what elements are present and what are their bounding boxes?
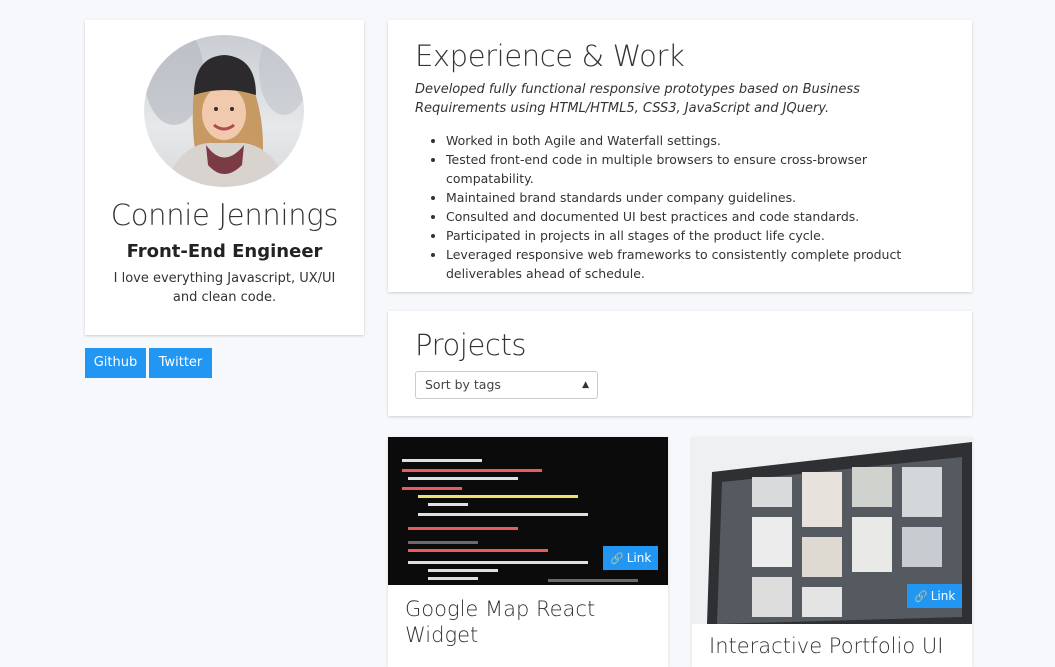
link-label: Link [930, 589, 956, 603]
profile-bio: I love everything Javascript, UX/UI and … [113, 271, 336, 305]
projects-card: Projects Sort by tags ▲ [388, 311, 972, 416]
experience-title: Experience & Work [415, 39, 685, 73]
project-link-button[interactable]: 🔗 Link [603, 546, 659, 570]
project-card: 🔗 Link Google Map React Widget [388, 437, 668, 667]
list-item: Leveraged responsive web frameworks to c… [446, 245, 946, 283]
link-icon: 🔗 [610, 552, 624, 565]
list-item: Consulted and documented UI best practic… [446, 207, 946, 226]
project-title: Interactive Portfolio UI [709, 634, 944, 658]
list-item: Tested front-end code in multiple browse… [446, 150, 946, 188]
profile-name: Connie Jennings [110, 198, 339, 232]
project-link-button[interactable]: 🔗 Link [907, 584, 963, 608]
sort-select[interactable]: Sort by tags ▲ [415, 371, 598, 399]
project-title: Google Map React Widget [405, 597, 596, 647]
projects-title: Projects [415, 328, 527, 362]
project-card: 🔗 Link Interactive Portfolio UI [692, 437, 972, 667]
link-icon: 🔗 [914, 590, 928, 603]
experience-card: Experience & Work Developed fully functi… [388, 20, 972, 292]
profile-card: Connie Jennings Front-End Engineer I lov… [85, 20, 364, 335]
twitter-button[interactable]: Twitter [149, 348, 212, 378]
avatar [144, 35, 304, 187]
sort-select-value: Sort by tags [425, 377, 501, 392]
experience-list: Worked in both Agile and Waterfall setti… [415, 131, 946, 283]
list-item: Maintained brand standards under company… [446, 188, 946, 207]
experience-description: Developed fully functional responsive pr… [415, 82, 860, 116]
github-button[interactable]: Github [85, 348, 146, 378]
profile-role: Front-End Engineer [126, 241, 323, 262]
link-label: Link [626, 551, 652, 565]
list-item: Participated in projects in all stages o… [446, 226, 946, 245]
list-item: Worked in both Agile and Waterfall setti… [446, 131, 946, 150]
sort-arrows-icon: ▲ [582, 380, 589, 390]
